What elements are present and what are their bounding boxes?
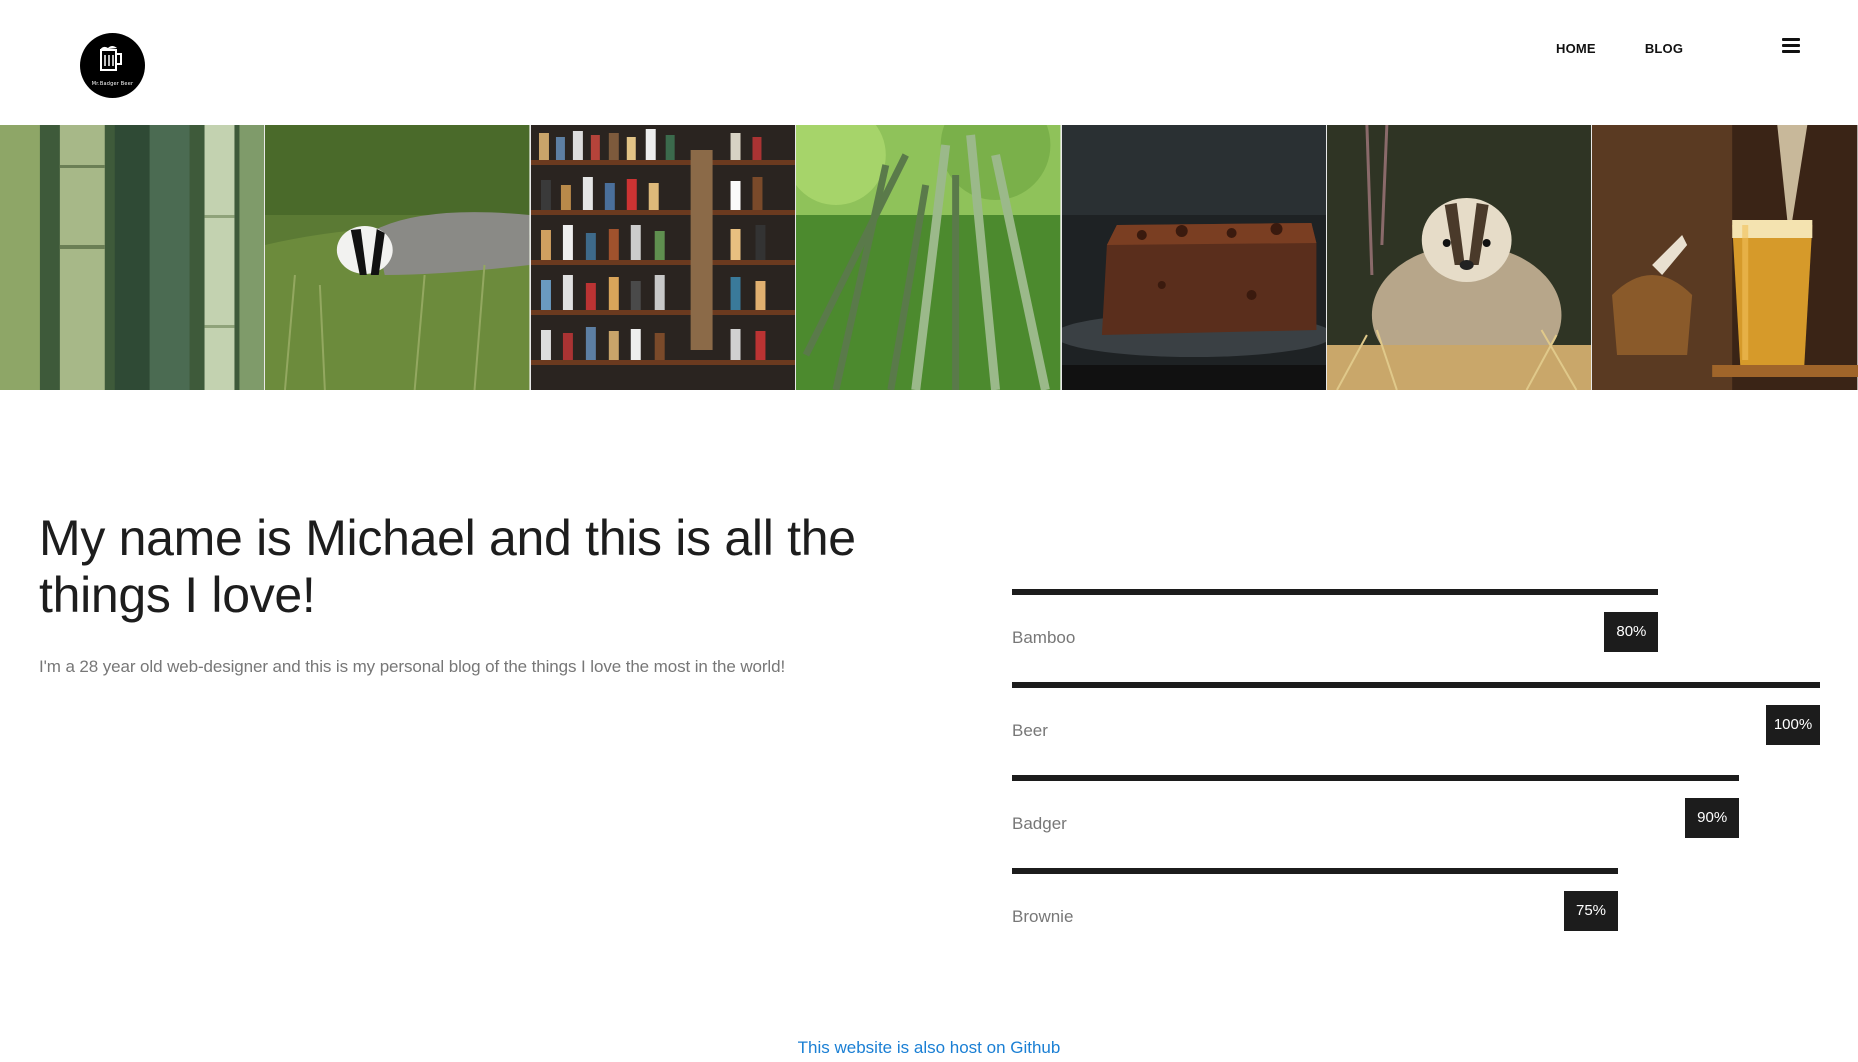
brownie-image[interactable] bbox=[1061, 125, 1327, 390]
skill-bar bbox=[1012, 682, 1820, 688]
intro-title: My name is Michael and this is all the t… bbox=[39, 510, 856, 623]
skill-label: Bamboo bbox=[1012, 628, 1076, 647]
bamboo-stalks-image[interactable] bbox=[0, 125, 266, 390]
beer-glass-image[interactable] bbox=[1592, 125, 1858, 390]
skill-percent-badge: 75% bbox=[1564, 891, 1618, 931]
hamburger-menu-icon[interactable] bbox=[1782, 38, 1800, 54]
skill-label: Beer bbox=[1012, 721, 1048, 740]
logo-text: Mr.Badger Beer bbox=[91, 81, 134, 87]
logo[interactable]: Mr.Badger Beer bbox=[80, 33, 145, 98]
intro-text: I'm a 28 year old web-designer and this … bbox=[39, 657, 786, 676]
badger-portrait-image[interactable] bbox=[1326, 125, 1593, 390]
nav-blog-link[interactable]: BLOG bbox=[1645, 41, 1683, 56]
skill-percent-badge: 100% bbox=[1766, 705, 1820, 745]
skill-bar bbox=[1012, 589, 1659, 595]
skill-brownie: Brownie 75% bbox=[1012, 868, 1820, 961]
bamboo-forest-image[interactable] bbox=[796, 125, 1062, 390]
skill-percent-badge: 90% bbox=[1685, 798, 1740, 838]
beer-mug-icon bbox=[100, 46, 122, 71]
skill-beer: Beer 100% bbox=[1012, 682, 1820, 775]
skill-label: Badger bbox=[1012, 814, 1067, 833]
image-gallery bbox=[0, 125, 1858, 390]
skill-label: Brownie bbox=[1012, 907, 1074, 926]
skill-badger: Badger 90% bbox=[1012, 775, 1820, 868]
intro-section: My name is Michael and this is all the t… bbox=[39, 510, 979, 677]
skill-bar bbox=[1012, 775, 1740, 781]
skill-percent-badge: 80% bbox=[1604, 612, 1659, 652]
github-link[interactable]: This website is also host on Github bbox=[0, 1038, 1858, 1058]
skills-section: Bamboo 80% Beer 100% Badger 90% Brownie … bbox=[1012, 589, 1820, 961]
skill-bamboo: Bamboo 80% bbox=[1012, 589, 1820, 682]
main-nav: HOME BLOG bbox=[1556, 41, 1683, 56]
beer-shelf-image[interactable] bbox=[530, 125, 797, 390]
badger-in-grass-image[interactable] bbox=[265, 125, 531, 390]
nav-home-link[interactable]: HOME bbox=[1556, 41, 1596, 56]
skill-bar bbox=[1012, 868, 1618, 874]
site-header: Mr.Badger Beer HOME BLOG bbox=[0, 0, 1858, 125]
